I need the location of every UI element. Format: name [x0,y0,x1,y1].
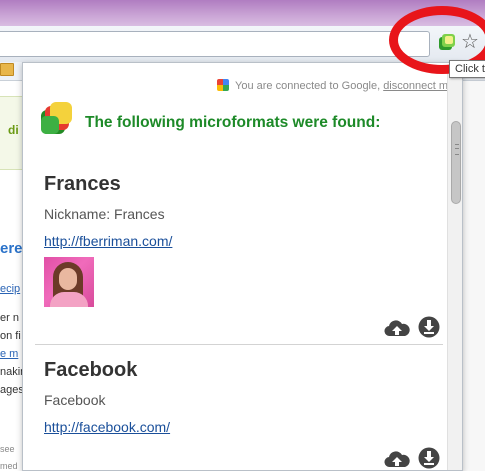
background-text-fragment[interactable]: e m [0,348,18,360]
microformats-popup: You are connected to Google, disconnect m… [22,62,463,471]
background-text-fragment: on fi [0,330,21,342]
popup-scrollbar[interactable] [447,71,462,470]
connection-status: You are connected to Google, disconnect m [23,79,448,92]
microformats-logo-icon [41,102,72,134]
background-text-fragment: er n [0,312,19,324]
background-text-fragment: med [0,461,18,471]
disconnect-link[interactable]: disconnect m [383,80,448,92]
card-actions [384,447,442,471]
background-text-fragment: di [8,123,19,137]
card-url-link[interactable]: http://facebook.com/ [44,419,170,435]
background-text-fragment: see [0,444,15,454]
card-divider [35,344,443,345]
scrollbar-grip-icon [455,144,459,155]
microformat-card: Facebook Facebook http://facebook.com/ [23,359,448,471]
download-icon[interactable] [418,316,440,338]
cloud-upload-icon[interactable] [384,447,410,471]
address-bar[interactable] [0,31,430,57]
google-icon [217,79,230,91]
extension-tooltip: Click t [449,60,485,78]
background-text-fragment: ere [0,240,23,257]
background-text-fragment[interactable]: ecip [0,283,20,295]
scrollbar-thumb[interactable] [451,121,461,204]
card-url-link[interactable]: http://fberriman.com/ [44,233,172,249]
background-text-fragment: ages [0,384,24,396]
card-title: Frances [44,173,121,195]
microformat-card: Frances Nickname: Frances http://fberrim… [23,173,448,338]
cloud-upload-icon[interactable] [384,316,410,340]
folder-icon[interactable] [0,63,14,76]
card-title: Facebook [44,359,138,381]
background-page-right [463,81,485,471]
connection-status-text: You are connected to Google, [235,80,381,92]
card-actions [384,316,442,340]
card-subtitle: Facebook [44,392,106,408]
found-heading: The following microformats were found: [85,114,381,131]
avatar [44,257,94,307]
download-icon[interactable] [418,447,440,469]
card-nickname: Nickname: Frances [44,206,165,222]
